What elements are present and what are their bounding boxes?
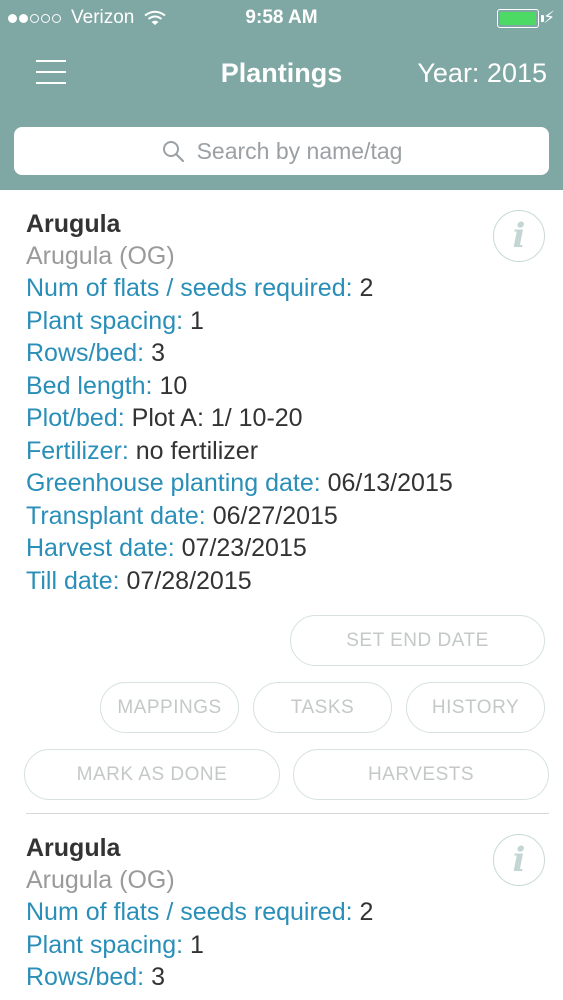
charging-icon: ⚡	[543, 8, 555, 27]
field-label: Plant spacing:	[26, 930, 184, 959]
year-selector[interactable]: Year: 2015	[417, 58, 547, 89]
field-label: Till date:	[26, 566, 120, 595]
field-greenhouse-date: Greenhouse planting date: 06/13/2015	[26, 467, 537, 500]
navigation-bar: Plantings Year: 2015	[0, 40, 563, 110]
field-plant-spacing: Plant spacing: 1	[26, 305, 537, 338]
field-label: Num of flats / seeds required:	[26, 274, 353, 302]
field-num-flats: Num of flats / seeds required: 2	[26, 896, 537, 929]
mark-as-done-button[interactable]: MARK AS DONE	[24, 749, 280, 800]
field-value: 1	[190, 930, 204, 959]
field-bed-length: Bed length: 10	[26, 370, 537, 403]
field-harvest-date: Harvest date: 07/23/2015	[26, 532, 537, 565]
field-value: 2	[359, 898, 374, 926]
field-value: no fertilizer	[135, 436, 259, 465]
battery-level	[500, 12, 536, 25]
planting-variety: Arugula (OG)	[26, 866, 175, 894]
planting-name: Arugula	[26, 210, 121, 238]
field-value: 06/27/2015	[212, 501, 338, 530]
field-till-date: Till date: 07/28/2015	[26, 565, 537, 598]
info-icon[interactable]: i	[493, 210, 545, 262]
field-value: 3	[151, 339, 165, 367]
field-value: 1	[190, 306, 204, 335]
battery-icon	[497, 9, 539, 28]
field-label: Rows/bed:	[26, 963, 145, 991]
field-label: Plot/bed:	[26, 404, 125, 432]
planting-name: Arugula	[26, 834, 121, 862]
tasks-button[interactable]: TASKS	[253, 682, 392, 733]
status-bar: Verizon 9:58 AM ⚡	[0, 0, 563, 38]
search-input[interactable]: Search by name/tag	[14, 127, 549, 175]
info-icon[interactable]: i	[493, 834, 545, 886]
field-value: 07/23/2015	[181, 534, 307, 562]
field-value: 07/28/2015	[126, 566, 252, 595]
field-label: Plant spacing:	[26, 306, 184, 335]
history-button[interactable]: HISTORY	[406, 682, 545, 733]
field-label: Transplant date:	[26, 501, 206, 530]
field-rows-bed: Rows/bed: 3	[26, 961, 537, 994]
search-placeholder: Search by name/tag	[196, 137, 403, 164]
mappings-button[interactable]: MAPPINGS	[100, 682, 239, 733]
field-plant-spacing: Plant spacing: 1	[26, 929, 537, 962]
status-time: 9:58 AM	[245, 7, 318, 28]
field-label: Harvest date:	[26, 534, 175, 562]
field-label: Greenhouse planting date:	[26, 469, 321, 497]
field-value: 10	[159, 371, 188, 400]
planting-variety: Arugula (OG)	[26, 242, 175, 270]
field-value: Plot A: 1/ 10-20	[131, 404, 303, 432]
field-plot-bed: Plot/bed: Plot A: 1/ 10-20	[26, 402, 537, 435]
field-fertilizer: Fertilizer: no fertilizer	[26, 435, 537, 468]
field-label: Fertilizer:	[26, 436, 129, 465]
search-icon	[162, 141, 184, 163]
harvests-button[interactable]: HARVESTS	[293, 749, 549, 800]
field-value: 06/13/2015	[327, 469, 453, 497]
field-label: Rows/bed:	[26, 339, 145, 367]
field-label: Bed length:	[26, 371, 153, 400]
field-value: 3	[151, 963, 165, 991]
field-num-flats: Num of flats / seeds required: 2	[26, 272, 537, 305]
planting-card: Arugula Arugula (OG) Num of flats / seed…	[0, 190, 563, 814]
planting-card: Arugula Arugula (OG) Num of flats / seed…	[0, 814, 563, 1000]
plantings-list: Arugula Arugula (OG) Num of flats / seed…	[0, 190, 563, 1000]
app-header: Verizon 9:58 AM ⚡ Plantings Year: 2015 S…	[0, 0, 563, 190]
field-value: 2	[359, 274, 374, 302]
field-transplant-date: Transplant date: 06/27/2015	[26, 500, 537, 533]
set-end-date-button[interactable]: SET END DATE	[290, 615, 545, 666]
field-rows-bed: Rows/bed: 3	[26, 337, 537, 370]
field-label: Num of flats / seeds required:	[26, 898, 353, 926]
